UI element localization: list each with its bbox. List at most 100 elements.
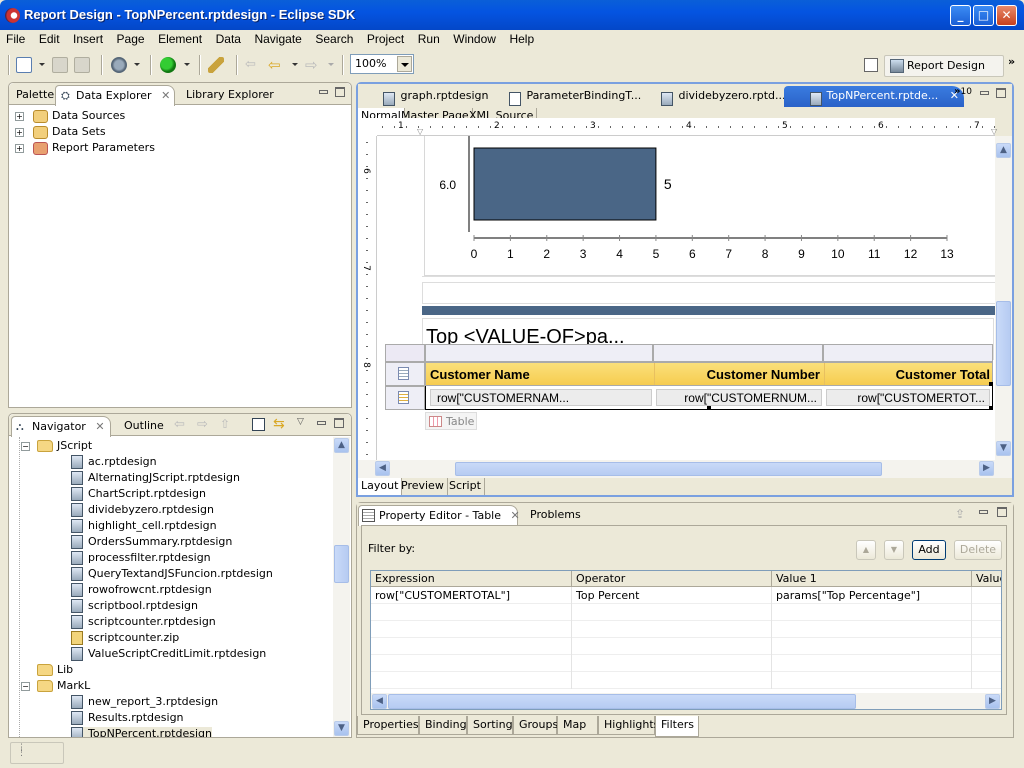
more-tabs-button[interactable]: »10 bbox=[954, 86, 972, 97]
forward-dropdown-icon[interactable] bbox=[328, 63, 334, 66]
tree-item-report-parameters[interactable]: + Report Parameters bbox=[15, 141, 155, 157]
tree-file[interactable]: OrdersSummary.rptdesign bbox=[71, 535, 232, 551]
tab-library-explorer[interactable]: Library Explorer bbox=[181, 85, 279, 105]
scroll-right-icon[interactable]: ▶ bbox=[979, 461, 994, 476]
back-dropdown-icon[interactable] bbox=[292, 63, 298, 66]
expand-icon[interactable]: + bbox=[15, 128, 24, 137]
web-view-icon[interactable] bbox=[111, 57, 127, 73]
move-up-button[interactable]: ▲ bbox=[856, 540, 876, 560]
back-icon[interactable]: ⇦ bbox=[268, 57, 284, 73]
fast-view-bar[interactable]: ⋮ ⋮ bbox=[10, 742, 64, 764]
bar-chart[interactable]: 0 1 2 3 4 5 6 7 8 9 10 11 12 1356.0 bbox=[426, 136, 966, 276]
menu-data[interactable]: Data bbox=[212, 30, 245, 48]
detail-customer-number[interactable]: row["CUSTOMERNUM... bbox=[656, 389, 822, 406]
filter-cell[interactable]: row["CUSTOMERTOTAL"] bbox=[371, 587, 572, 604]
scroll-down-icon[interactable]: ▼ bbox=[996, 441, 1011, 456]
scroll-left-icon[interactable]: ◀ bbox=[372, 694, 387, 709]
maximize-button[interactable]: □ bbox=[973, 5, 994, 26]
menu-insert[interactable]: Insert bbox=[69, 30, 107, 48]
close-tab-icon[interactable]: ✕ bbox=[161, 89, 170, 102]
editor-tab-parameterbinding[interactable]: ParameterBindingT... bbox=[486, 86, 646, 106]
detail-customer-total[interactable]: row["CUSTOMERTOT... bbox=[826, 389, 990, 406]
tab-sorting[interactable]: Sorting bbox=[467, 716, 513, 735]
tab-filters[interactable]: Filters bbox=[655, 716, 699, 737]
col-expression[interactable]: Expression bbox=[371, 571, 572, 587]
tab-problems[interactable]: Problems bbox=[525, 505, 586, 525]
scroll-left-icon[interactable]: ◀ bbox=[375, 461, 390, 476]
move-down-button[interactable]: ▼ bbox=[884, 540, 904, 560]
tab-groups[interactable]: Groups bbox=[513, 716, 558, 735]
scroll-up-icon[interactable]: ▲ bbox=[334, 438, 349, 453]
tab-map[interactable]: Map bbox=[557, 716, 598, 735]
back-icon[interactable]: ⇦ bbox=[174, 417, 185, 432]
col-value1[interactable]: Value 1 bbox=[772, 571, 972, 587]
menu-page[interactable]: Page bbox=[113, 30, 149, 48]
resize-handle[interactable] bbox=[989, 406, 993, 410]
menu-navigate[interactable]: Navigate bbox=[250, 30, 305, 48]
tree-file[interactable]: ChartScript.rptdesign bbox=[71, 487, 206, 503]
chevron-down-icon[interactable] bbox=[397, 56, 412, 72]
tree-file[interactable]: ValueScriptCreditLimit.rptdesign bbox=[71, 647, 266, 663]
text-item-value-of[interactable]: Top <VALUE-OF>pa... bbox=[426, 324, 625, 344]
menu-project[interactable]: Project bbox=[363, 30, 408, 48]
menu-window[interactable]: Window bbox=[449, 30, 500, 48]
menu-file[interactable]: File bbox=[2, 30, 29, 48]
view-menu-icon[interactable]: ▽ bbox=[297, 417, 304, 427]
margin-marker-icon[interactable]: ▽ bbox=[991, 127, 997, 136]
tree-file[interactable]: AlternatingJScript.rptdesign bbox=[71, 471, 240, 487]
tree-file[interactable]: QueryTextandJSFuncion.rptdesign bbox=[71, 567, 273, 583]
menu-element[interactable]: Element bbox=[154, 30, 206, 48]
menu-search[interactable]: Search bbox=[311, 30, 357, 48]
close-button[interactable]: ✕ bbox=[996, 5, 1017, 26]
table-label-tag[interactable]: Table bbox=[425, 412, 477, 430]
tree-item-data-sources[interactable]: + Data Sources bbox=[15, 109, 125, 125]
print-icon[interactable] bbox=[74, 57, 90, 73]
maximize-view-icon[interactable] bbox=[335, 87, 345, 97]
filter-row[interactable]: row["CUSTOMERTOTAL"] Top Percent params["T… bbox=[371, 587, 1001, 604]
minimize-view-icon[interactable] bbox=[979, 510, 988, 514]
tree-file[interactable]: scriptcounter.zip bbox=[71, 631, 179, 647]
delete-filter-button[interactable]: Delete bbox=[954, 540, 1002, 560]
minimize-editor-icon[interactable] bbox=[980, 91, 989, 95]
pin-icon[interactable] bbox=[208, 57, 224, 73]
collapse-all-icon[interactable] bbox=[252, 418, 265, 431]
tree-file[interactable]: ac.rptdesign bbox=[71, 455, 157, 471]
column-handle[interactable] bbox=[653, 344, 823, 362]
header-customer-total[interactable]: Customer Total bbox=[824, 367, 990, 382]
menu-help[interactable]: Help bbox=[505, 30, 538, 48]
header-customer-number[interactable]: Customer Number bbox=[654, 367, 820, 382]
expand-icon[interactable]: + bbox=[15, 112, 24, 121]
header-customer-name[interactable]: Customer Name bbox=[430, 367, 530, 382]
forward-icon[interactable]: ⇨ bbox=[197, 417, 208, 432]
grid-hscrollbar[interactable]: ◀ ▶ bbox=[371, 693, 1001, 709]
editor-tab-dividebyzero[interactable]: dividebyzero.rptd... bbox=[638, 86, 791, 106]
filter-cell[interactable]: Top Percent bbox=[572, 587, 772, 604]
resize-handle[interactable] bbox=[989, 382, 993, 386]
resize-handle[interactable] bbox=[707, 406, 711, 410]
tree-folder[interactable]: − MarkL bbox=[21, 679, 90, 695]
table-corner-handle[interactable] bbox=[385, 344, 425, 362]
tab-layout[interactable]: Layout bbox=[358, 478, 403, 495]
tab-property-editor[interactable]: Property Editor - Table ✕ bbox=[358, 505, 520, 526]
tab-data-explorer[interactable]: ⛭ Data Explorer ✕ bbox=[55, 85, 175, 106]
tree-file[interactable]: TopNPercent.rptdesign bbox=[71, 727, 212, 737]
scroll-thumb[interactable] bbox=[334, 545, 349, 583]
zoom-combo[interactable]: 100% bbox=[350, 54, 414, 74]
menu-run[interactable]: Run bbox=[414, 30, 444, 48]
scroll-right-icon[interactable]: ▶ bbox=[985, 694, 1000, 709]
maximize-view-icon[interactable] bbox=[997, 507, 1007, 517]
tab-navigator[interactable]: ⛬ Navigator ✕ bbox=[11, 416, 111, 437]
tab-highlights[interactable]: Highlights bbox=[598, 716, 659, 735]
toolbar-overflow-icon[interactable]: » bbox=[1008, 55, 1015, 68]
close-tab-icon[interactable]: ✕ bbox=[511, 509, 520, 522]
tree-file[interactable]: rowofrowcnt.rptdesign bbox=[71, 583, 212, 599]
scroll-thumb[interactable] bbox=[455, 462, 882, 476]
minimize-button[interactable]: _ bbox=[950, 5, 971, 26]
tree-file[interactable]: scriptbool.rptdesign bbox=[71, 599, 198, 615]
open-perspective-icon[interactable] bbox=[864, 58, 878, 72]
column-handle[interactable] bbox=[425, 344, 653, 362]
new-icon[interactable] bbox=[16, 57, 32, 73]
tree-file[interactable]: highlight_cell.rptdesign bbox=[71, 519, 217, 535]
tab-binding[interactable]: Binding bbox=[419, 716, 467, 735]
filter-cell[interactable] bbox=[972, 587, 1001, 604]
